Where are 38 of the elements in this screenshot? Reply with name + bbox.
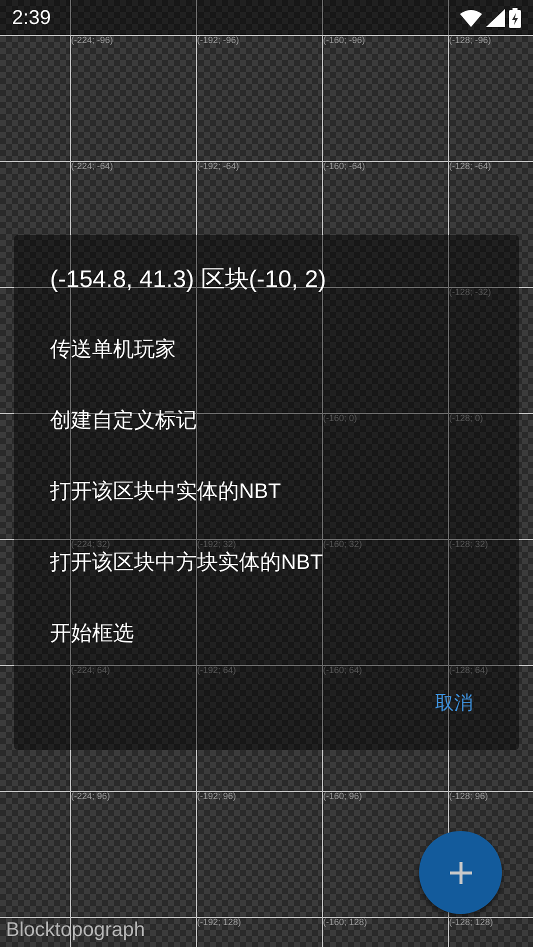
coordinate-label: (-160; -64) <box>323 162 366 171</box>
cancel-button[interactable]: 取消 <box>433 686 475 722</box>
wifi-icon <box>460 8 482 26</box>
coordinate-label: (-160; -96) <box>323 36 366 45</box>
coordinate-label: (-224; -64) <box>71 162 114 171</box>
coordinate-label: (-128; 64) <box>449 666 488 675</box>
coordinate-label: (-160; 64) <box>323 666 362 675</box>
signal-icon <box>486 8 505 26</box>
coordinate-label: (-128; 32) <box>449 540 488 549</box>
coordinate-label: (-128; 0) <box>449 414 484 423</box>
status-time: 2:39 <box>12 6 51 30</box>
coordinate-label: (-192; -96) <box>197 36 240 45</box>
plus-icon <box>450 862 472 884</box>
coordinate-label: (-192; 64) <box>197 666 236 675</box>
dialog-title: (-154.8, 41.3) 区块(-10, 2) <box>50 266 326 293</box>
coordinate-label: (-224; 64) <box>71 666 110 675</box>
coordinate-label: (-192; 128) <box>197 918 242 927</box>
coordinate-label: (-224; 32) <box>71 540 110 549</box>
coordinate-label: (-160; 32) <box>323 540 362 549</box>
coordinate-label: (-128; -96) <box>449 36 492 45</box>
coordinate-label: (-192; 32) <box>197 540 236 549</box>
menu-item[interactable]: 创建自定义标记 <box>50 410 197 431</box>
coordinate-label: (-128; -32) <box>449 288 492 297</box>
coordinate-label: (-128; 96) <box>449 792 488 801</box>
coordinate-label: (-192; 96) <box>197 792 236 801</box>
battery-charging-icon <box>509 8 521 28</box>
coordinate-label: (-224; -96) <box>71 36 114 45</box>
coordinate-label: (-192; -64) <box>197 162 240 171</box>
menu-item[interactable]: 打开该区块中实体的NBT <box>50 481 281 502</box>
coordinate-label: (-128; -64) <box>449 162 492 171</box>
coordinate-label: (-224; 96) <box>71 792 110 801</box>
menu-item[interactable]: 传送单机玩家 <box>50 339 176 360</box>
coordinate-label: (-160; 0) <box>323 414 358 423</box>
menu-item[interactable]: 开始框选 <box>50 623 134 644</box>
coordinate-label: (-160; 96) <box>323 792 362 801</box>
coordinate-label: (-128; 128) <box>449 918 494 927</box>
menu-item[interactable]: 打开该区块中方块实体的NBT <box>50 552 323 573</box>
coordinate-label: (-160; 128) <box>323 918 368 927</box>
